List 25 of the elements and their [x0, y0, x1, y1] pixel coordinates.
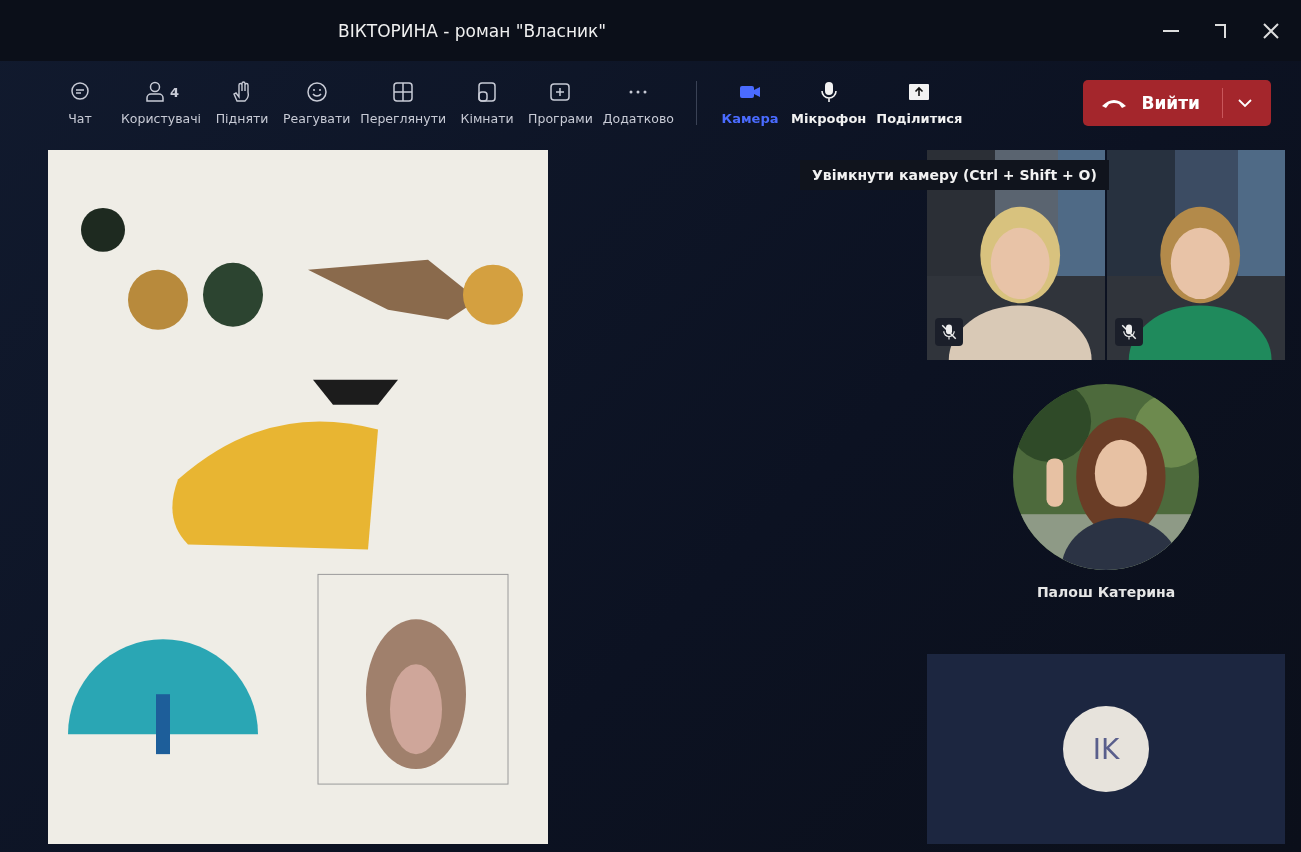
people-button[interactable]: 4 Користувачі — [117, 73, 206, 133]
tooltip: Увімкнути камеру (Ctrl + Shift + O) — [800, 160, 1109, 190]
react-button[interactable]: Реагувати — [279, 73, 355, 133]
raise-hand-button[interactable]: Підняти — [207, 73, 278, 133]
rooms-button[interactable]: Кімнати — [452, 73, 523, 133]
close-icon[interactable] — [1261, 20, 1281, 41]
more-icon — [628, 90, 649, 95]
share-button[interactable]: Поділитися — [872, 73, 967, 133]
microphone-button[interactable]: Мікрофон — [787, 73, 871, 133]
smiley-icon — [304, 80, 329, 105]
person-icon — [143, 80, 167, 105]
chevron-down-icon — [1237, 97, 1253, 108]
participant-name: Палош Катерина — [1036, 584, 1176, 600]
more-button[interactable]: Додатково — [598, 73, 679, 133]
avatar: IK — [1063, 706, 1149, 792]
view-button[interactable]: Переглянути — [356, 73, 451, 133]
leave-button[interactable]: Вийти — [1083, 79, 1271, 126]
camera-button[interactable]: Камера — [715, 73, 786, 133]
window-title: ВІКТОРИНА - роман "Власник" — [338, 20, 607, 41]
grid-icon — [391, 80, 416, 105]
apps-button[interactable]: Програми — [524, 73, 597, 133]
participant-count: 4 — [170, 84, 180, 100]
muted-microphone-icon — [1120, 323, 1138, 341]
muted-microphone-icon — [940, 323, 958, 341]
chat-button[interactable]: Чат — [45, 73, 115, 133]
